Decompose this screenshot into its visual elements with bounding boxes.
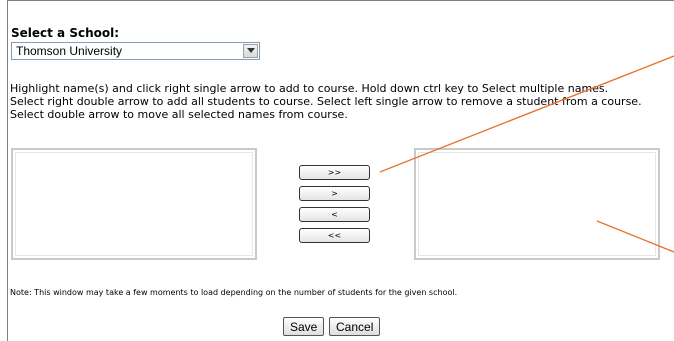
chevron-down-icon <box>247 48 255 53</box>
load-note: Note: This window may take a few moments… <box>10 288 458 297</box>
cancel-button[interactable]: Cancel <box>329 317 381 336</box>
add-all-button[interactable]: >> <box>299 165 370 180</box>
save-button[interactable]: Save <box>283 317 325 336</box>
school-label: Select a School: <box>11 26 120 40</box>
course-students-list[interactable] <box>414 148 660 260</box>
remove-button[interactable]: < <box>299 207 370 222</box>
instructions-text: Highlight name(s) and click right single… <box>10 82 642 121</box>
dropdown-button[interactable] <box>243 44 258 58</box>
school-select[interactable]: Thomson University <box>11 42 260 60</box>
remove-all-button[interactable]: << <box>299 228 370 243</box>
available-students-list[interactable] <box>11 148 257 260</box>
add-button[interactable]: > <box>299 186 370 201</box>
school-select-value: Thomson University <box>16 44 123 58</box>
